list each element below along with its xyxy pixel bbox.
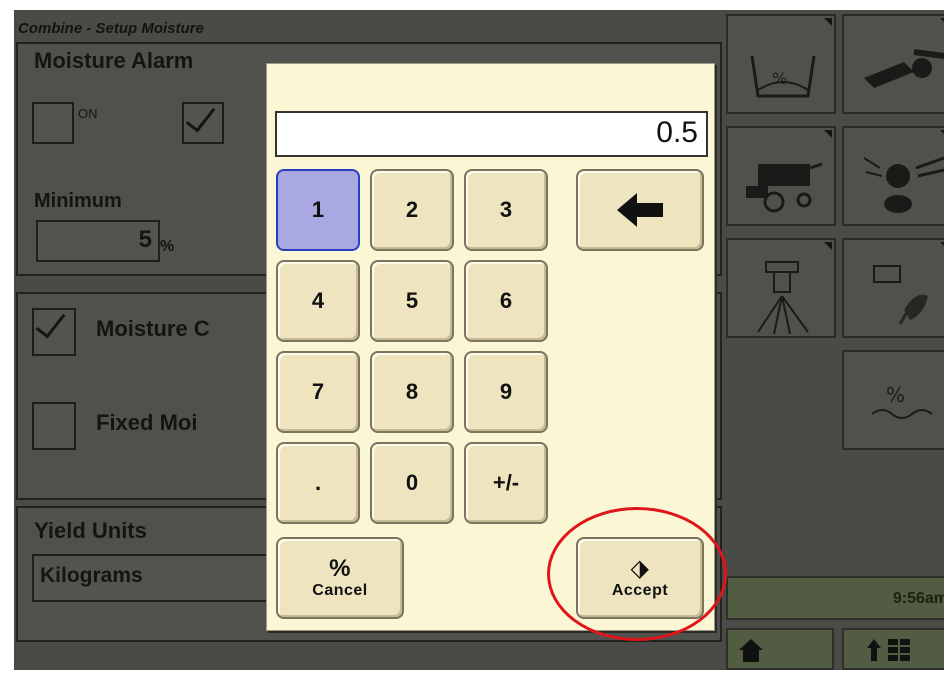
minimum-input[interactable]: 5	[36, 220, 160, 262]
keypad-display-value: 0.5	[656, 116, 698, 149]
sprayer-nozzle-icon	[757, 261, 809, 335]
page-title: Combine - Setup Moisture	[18, 20, 204, 37]
key-3[interactable]: 3	[464, 169, 548, 251]
key-8[interactable]: 8	[370, 351, 454, 433]
key-7[interactable]: 7	[276, 351, 360, 433]
alarm-on-checkbox[interactable]	[32, 102, 74, 144]
key-9[interactable]: 9	[464, 351, 548, 433]
alarm-off-checkbox[interactable]	[182, 102, 224, 144]
combine-settings-button[interactable]	[726, 126, 836, 226]
numeric-keypad-dialog: 0.5 1 2 3 4 5 6 7 8 9 . 0 +/- % Cancel ⬗…	[266, 63, 715, 631]
minimum-value: 5	[138, 226, 152, 253]
alarm-on-label: ON	[78, 106, 98, 121]
thresher-button[interactable]	[842, 126, 944, 226]
spray-button[interactable]	[726, 238, 836, 338]
minimum-unit: %	[160, 238, 175, 255]
moisture-percent-button[interactable]: %	[842, 350, 944, 450]
backspace-arrow-icon	[617, 193, 663, 227]
crop-type-button[interactable]	[842, 238, 944, 338]
svg-text:%: %	[886, 383, 905, 407]
key-decimal[interactable]: .	[276, 442, 360, 524]
moisture-correction-label: Moisture C	[96, 316, 210, 341]
cancel-icon: %	[329, 555, 351, 582]
yield-units-select[interactable]: Kilograms	[32, 554, 276, 602]
auger-spout-icon	[864, 49, 944, 88]
yield-units-title: Yield Units	[34, 518, 147, 543]
combine-icon	[746, 162, 823, 213]
svg-text:%: %	[772, 69, 787, 88]
key-0[interactable]: 0	[370, 442, 454, 524]
moisture-sensor-button[interactable]: %	[726, 14, 836, 114]
accept-icon: ⬗	[630, 555, 650, 582]
clock-time: 9:56am	[892, 590, 944, 607]
key-1[interactable]: 1	[276, 169, 360, 251]
arrow-up-menu-icon	[867, 639, 910, 661]
key-5[interactable]: 5	[370, 260, 454, 342]
fixed-moisture-checkbox[interactable]	[32, 402, 76, 450]
clock-display: 9:56am	[726, 576, 944, 620]
accept-label: Accept	[611, 582, 669, 599]
moisture-alarm-title: Moisture Alarm	[34, 48, 194, 73]
fixed-moisture-label: Fixed Moi	[96, 410, 198, 435]
home-button[interactable]	[726, 628, 834, 670]
cancel-button[interactable]: % Cancel	[276, 537, 404, 619]
display-screen: Combine - Setup Moisture Moisture Alarm …	[14, 10, 944, 670]
minimum-label: Minimum	[34, 190, 122, 212]
menu-up-button[interactable]	[842, 628, 944, 670]
yield-units-value: Kilograms	[40, 564, 143, 587]
key-6[interactable]: 6	[464, 260, 548, 342]
accept-button[interactable]: ⬗ Accept	[576, 537, 704, 619]
home-icon	[739, 639, 763, 662]
backspace-button[interactable]	[576, 169, 704, 251]
key-2[interactable]: 2	[370, 169, 454, 251]
key-4[interactable]: 4	[276, 260, 360, 342]
rotor-icon	[863, 156, 944, 213]
moisture-correction-checkbox[interactable]	[32, 308, 76, 356]
key-plus-minus[interactable]: +/-	[464, 442, 548, 524]
cancel-label: Cancel	[312, 582, 368, 599]
grain-tank-percent-icon: %	[750, 55, 816, 98]
crop-corn-icon	[873, 265, 928, 325]
keypad-display[interactable]: 0.5	[275, 111, 708, 157]
unloading-auger-button[interactable]	[842, 14, 944, 114]
moisture-percent-icon: %	[871, 383, 933, 419]
